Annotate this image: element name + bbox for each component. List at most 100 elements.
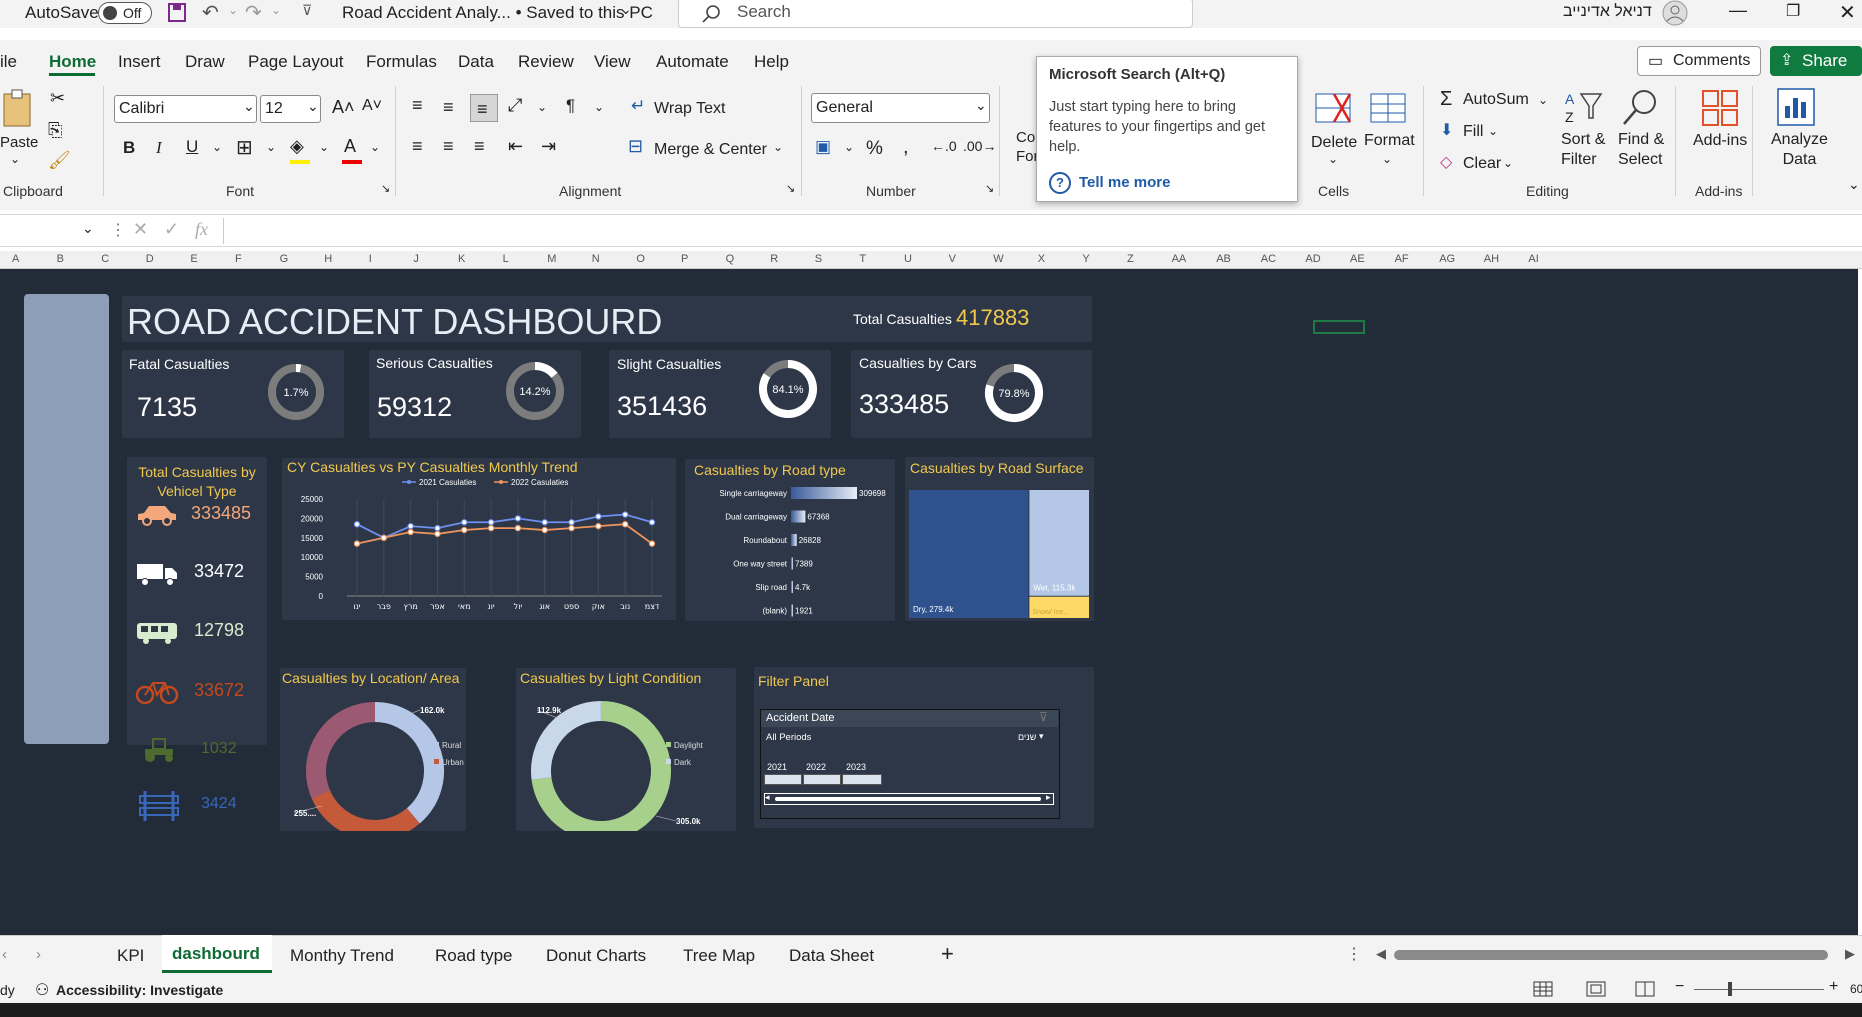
align-left-icon[interactable]: ≡ <box>412 136 423 157</box>
slicer-unit-dropdown[interactable]: שנים <box>1018 732 1036 742</box>
redo-icon[interactable]: ↷ <box>245 0 262 25</box>
selected-cell[interactable] <box>1313 320 1365 334</box>
save-icon[interactable] <box>167 2 187 24</box>
wrap-text-button[interactable]: Wrap Text <box>654 100 725 118</box>
next-sheet-icon[interactable]: › <box>36 946 41 963</box>
slicer-period-bar[interactable] <box>764 774 802 785</box>
normal-view-icon[interactable] <box>1532 980 1554 998</box>
autosum-button[interactable]: AutoSum <box>1463 91 1529 109</box>
bold-icon[interactable]: B <box>123 138 135 158</box>
tab-automate[interactable]: Automate <box>656 52 729 72</box>
font-color-icon[interactable]: A <box>344 136 356 157</box>
customize-qat-icon[interactable]: ⊽ <box>302 2 312 19</box>
sheet-tab-dashbourd[interactable]: dashbourd <box>172 944 260 964</box>
align-bottom-button[interactable]: ≡ <box>470 94 498 122</box>
column-header[interactable]: F <box>235 253 242 265</box>
tab-insert[interactable]: Insert <box>118 52 161 72</box>
chevron-down-icon[interactable]: ⌄ <box>271 3 281 17</box>
decrease-indent-icon[interactable]: ⇤ <box>508 136 523 157</box>
column-header[interactable]: T <box>859 253 866 265</box>
column-header[interactable]: Z <box>1127 253 1134 265</box>
column-header[interactable]: O <box>636 253 645 265</box>
underline-icon[interactable]: U <box>186 137 198 157</box>
chevron-down-icon[interactable]: ▾ <box>1039 731 1044 742</box>
fill-icon[interactable]: ⬇ <box>1440 120 1453 140</box>
column-header[interactable]: AF <box>1395 253 1409 265</box>
chevron-down-icon[interactable]: ⌄ <box>1538 93 1548 107</box>
column-header[interactable]: I <box>369 253 372 265</box>
column-header[interactable]: AH <box>1484 253 1499 265</box>
column-header[interactable]: S <box>815 253 822 265</box>
format-cells-icon[interactable] <box>1368 88 1408 126</box>
undo-icon[interactable]: ↶ <box>202 0 219 25</box>
column-header[interactable]: N <box>592 253 600 265</box>
scroll-right-icon[interactable]: ▸ <box>1046 792 1051 803</box>
share-button[interactable]: ⇪ Share <box>1770 46 1862 76</box>
page-break-view-icon[interactable] <box>1634 980 1656 998</box>
chevron-down-icon[interactable]: ⌄ <box>1382 152 1392 166</box>
document-title[interactable]: Road Accident Analy... • Saved to this P… <box>342 3 653 23</box>
format-painter-icon[interactable]: 🖌 <box>48 150 71 171</box>
tab-help[interactable]: Help <box>754 52 789 72</box>
tab-view[interactable]: View <box>594 52 631 72</box>
page-layout-view-icon[interactable] <box>1585 980 1607 998</box>
align-middle-icon[interactable]: ≡ <box>443 97 454 118</box>
column-header[interactable]: K <box>458 253 465 265</box>
cut-icon[interactable]: ✂ <box>50 88 65 109</box>
dashboard-sheet[interactable]: ROAD ACCIDENT DASHBOURD Total Casualties… <box>0 269 1858 935</box>
zoom-out-icon[interactable]: − <box>1675 978 1684 996</box>
column-header[interactable]: AI <box>1528 253 1538 265</box>
accounting-format-icon[interactable]: ▣ <box>815 137 831 157</box>
number-format-select[interactable]: General ⌄ <box>811 93 990 123</box>
slicer-period-bar[interactable] <box>803 774 841 785</box>
text-direction-icon[interactable]: ¶ <box>566 96 575 116</box>
align-center-icon[interactable]: ≡ <box>443 136 454 157</box>
chevron-down-icon[interactable]: ⌄ <box>1328 152 1338 166</box>
column-header[interactable]: M <box>547 253 556 265</box>
column-header[interactable]: C <box>101 253 109 265</box>
horizontal-scrollbar[interactable] <box>1394 950 1828 960</box>
column-header[interactable]: V <box>949 253 956 265</box>
dialog-launcher-icon[interactable]: ↘ <box>381 182 390 195</box>
column-header[interactable]: Q <box>726 253 735 265</box>
chevron-down-icon[interactable]: ⌄ <box>1488 124 1498 138</box>
wrap-text-icon[interactable]: ↵ <box>631 96 645 116</box>
chevron-down-icon[interactable]: ⌄ <box>594 100 604 114</box>
scroll-right-icon[interactable]: ▶ <box>1845 946 1855 962</box>
scrollbar-thumb[interactable] <box>775 797 1041 801</box>
sheet-tab-road-type[interactable]: Road type <box>435 946 513 966</box>
chevron-down-icon[interactable]: ⌄ <box>266 140 276 154</box>
paste-icon[interactable] <box>2 88 36 128</box>
column-header[interactable]: J <box>413 253 419 265</box>
column-header[interactable]: AB <box>1216 253 1231 265</box>
chevron-down-icon[interactable]: ⌄ <box>1503 156 1513 170</box>
column-header[interactable]: D <box>146 253 154 265</box>
dialog-launcher-icon[interactable]: ↘ <box>985 182 994 195</box>
autosum-icon[interactable]: Σ <box>1440 88 1452 111</box>
sheet-tab-monthy-trend[interactable]: Monthy Trend <box>290 946 394 966</box>
column-header[interactable]: Y <box>1082 253 1089 265</box>
accessibility-status[interactable]: Accessibility: Investigate <box>56 982 223 998</box>
restore-icon[interactable]: ❐ <box>1786 1 1800 21</box>
column-header[interactable]: AG <box>1439 253 1455 265</box>
cancel-icon[interactable]: ✕ <box>133 219 148 240</box>
column-header[interactable]: AC <box>1261 253 1276 265</box>
column-header[interactable]: G <box>280 253 289 265</box>
chevron-down-icon[interactable]: ⌄ <box>212 140 222 154</box>
clear-button[interactable]: Clear <box>1463 155 1501 173</box>
formula-input[interactable] <box>223 218 1858 244</box>
delete-cells-icon[interactable] <box>1314 90 1354 128</box>
format-button[interactable]: Format <box>1364 132 1415 150</box>
avatar[interactable] <box>1662 0 1688 26</box>
decrease-font-icon[interactable]: A˅ <box>362 97 382 115</box>
sheet-tab-tree-map[interactable]: Tree Map <box>683 946 755 966</box>
tab-review[interactable]: Review <box>518 52 574 72</box>
tab-draw[interactable]: Draw <box>185 52 225 72</box>
merge-center-icon[interactable]: ⊟ <box>628 136 643 157</box>
chevron-down-icon[interactable]: ⌄ <box>319 140 329 154</box>
more-icon[interactable]: ⋮ <box>1346 944 1362 964</box>
italic-icon[interactable]: I <box>156 138 162 158</box>
autosave-toggle[interactable]: Off <box>98 2 152 24</box>
add-ins-icon[interactable] <box>1700 88 1740 128</box>
tab-formulas[interactable]: Formulas <box>366 52 437 72</box>
